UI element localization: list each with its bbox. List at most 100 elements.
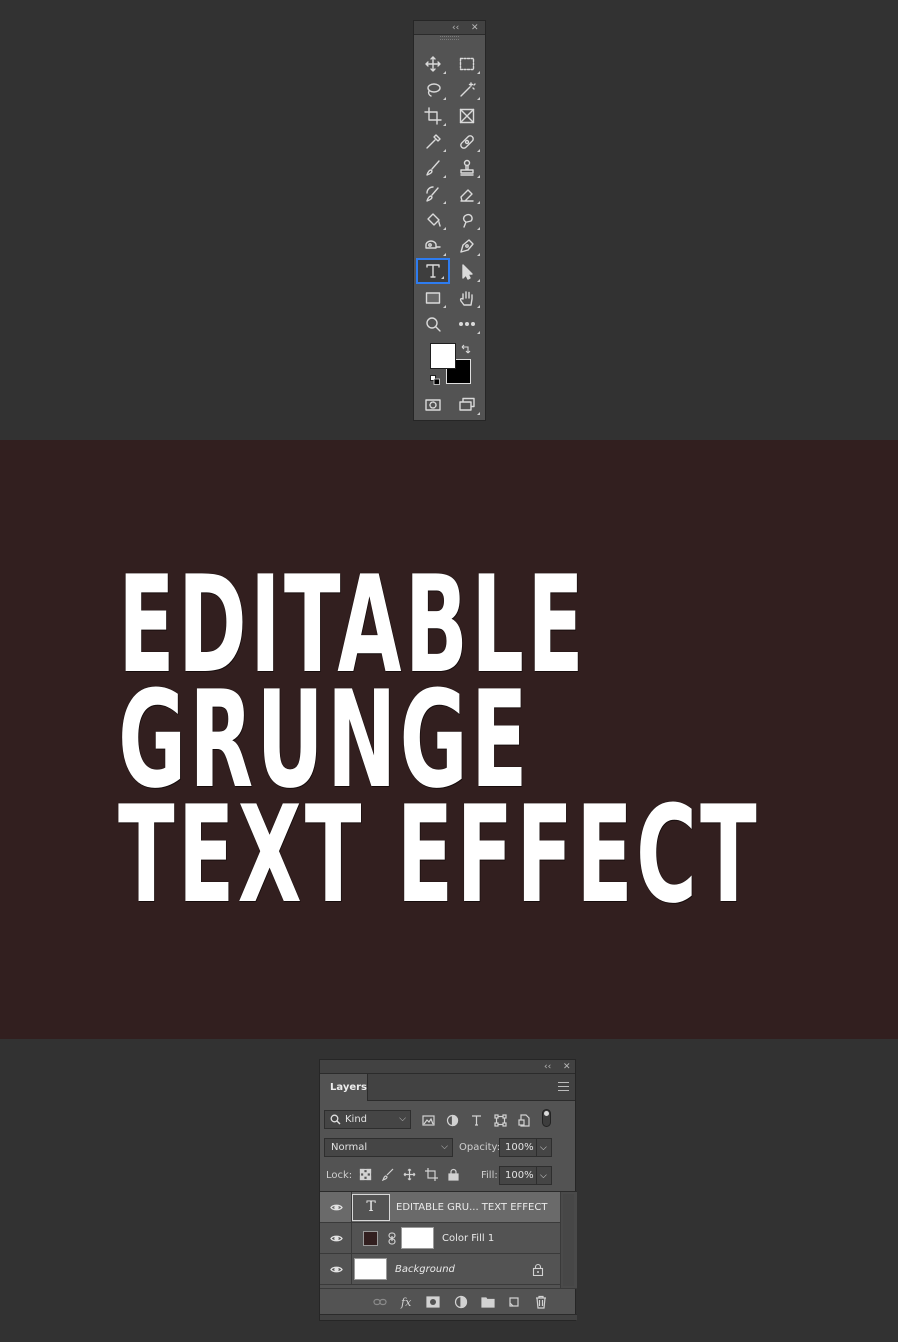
layer-row-text[interactable]: T EDITABLE GRU... TEXT EFFECT: [320, 1192, 560, 1223]
rect-marquee-icon: [459, 57, 475, 71]
adjustment-icon: [446, 1114, 458, 1126]
link-layers-button[interactable]: [372, 1294, 388, 1310]
link-icon: [373, 1298, 387, 1306]
layer-row-background[interactable]: Background: [320, 1254, 560, 1285]
headline-line-3: TEXT EFFECT: [118, 777, 760, 933]
lasso-icon: [427, 83, 441, 97]
bucket-icon: [427, 213, 441, 227]
lock-position-button[interactable]: [402, 1167, 416, 1181]
filter-toggle[interactable]: [542, 1109, 551, 1127]
blend-mode-select[interactable]: Normal ⌵: [324, 1138, 453, 1157]
swap-colors-icon[interactable]: [460, 343, 472, 355]
tab-layers[interactable]: Layers: [320, 1074, 368, 1101]
shape-icon: [493, 1113, 507, 1127]
move-tool[interactable]: [416, 51, 450, 77]
pen-tool[interactable]: [450, 233, 484, 259]
collapse-icon[interactable]: ‹‹: [452, 21, 459, 35]
clone-stamp-tool[interactable]: [450, 155, 484, 181]
filter-type-button[interactable]: [468, 1112, 484, 1128]
eyedropper-tool[interactable]: [416, 129, 450, 155]
close-icon[interactable]: ✕: [563, 1060, 571, 1074]
lock-artboard-button[interactable]: [424, 1167, 438, 1181]
move-icon: [425, 56, 441, 72]
more-icon: [459, 321, 475, 326]
frame-tool[interactable]: [450, 103, 484, 129]
close-icon[interactable]: ✕: [471, 21, 479, 35]
crop-tool[interactable]: [416, 103, 450, 129]
opacity-input[interactable]: 100%: [499, 1138, 537, 1157]
healing-brush-tool[interactable]: [450, 129, 484, 155]
collapse-icon[interactable]: ‹‹: [544, 1060, 551, 1074]
visibility-eye-icon[interactable]: [330, 1201, 343, 1214]
type-tool[interactable]: [416, 258, 450, 284]
path-selection-tool[interactable]: [450, 259, 484, 285]
dodge-tool[interactable]: [416, 233, 450, 259]
foreground-color-swatch[interactable]: [430, 343, 456, 369]
fill-input[interactable]: 100%: [499, 1166, 537, 1185]
screen-mode-button[interactable]: [450, 392, 484, 418]
dodge-icon: [425, 240, 441, 249]
lock-icon: [447, 1168, 459, 1181]
filter-shape-button[interactable]: [492, 1112, 508, 1128]
delete-layer-button[interactable]: [533, 1294, 549, 1310]
checkerboard-icon: [359, 1168, 371, 1180]
eraser-tool[interactable]: [450, 181, 484, 207]
fill-dropdown-button[interactable]: ⌵: [536, 1166, 552, 1185]
more-tools[interactable]: [450, 311, 484, 337]
background-layer-thumbnail: [354, 1258, 387, 1280]
magic-wand-icon: [460, 82, 476, 97]
layer-name: Background: [395, 1264, 455, 1275]
quick-mask-button[interactable]: [416, 392, 450, 418]
rectangle-tool[interactable]: [416, 285, 450, 311]
hand-tool[interactable]: [450, 285, 484, 311]
marquee-tool[interactable]: [450, 51, 484, 77]
fill-label: Fill:: [481, 1170, 498, 1181]
layer-name: Color Fill 1: [442, 1233, 495, 1244]
lock-all-button[interactable]: [446, 1167, 460, 1181]
new-layer-button[interactable]: [506, 1294, 522, 1310]
visibility-eye-icon[interactable]: [330, 1232, 343, 1245]
bandage-icon: [460, 135, 474, 149]
document-canvas[interactable]: EDITABLE GRUNGE TEXT EFFECT: [0, 440, 898, 1039]
chevron-down-icon: ⌵: [540, 1171, 547, 1181]
lock-transparent-pixels-button[interactable]: [358, 1167, 372, 1181]
layer-style-button[interactable]: fx: [399, 1294, 415, 1310]
layer-mask-thumbnail[interactable]: [401, 1227, 434, 1249]
layers-scrollbar[interactable]: [560, 1192, 577, 1288]
eraser-icon: [460, 189, 474, 202]
history-brush-icon: [426, 186, 439, 202]
visibility-eye-icon[interactable]: [330, 1263, 343, 1276]
tools-panel-grip[interactable]: [440, 36, 459, 40]
filter-adjustment-button[interactable]: [444, 1112, 460, 1128]
lock-image-pixels-button[interactable]: [380, 1167, 394, 1181]
zoom-tool[interactable]: [416, 311, 450, 337]
layer-row-color-fill[interactable]: Color Fill 1: [320, 1223, 560, 1254]
brush-tool[interactable]: [416, 155, 450, 181]
panel-menu-icon[interactable]: [558, 1082, 569, 1091]
type-icon: [471, 1114, 481, 1126]
brush-icon: [381, 1168, 393, 1181]
opacity-dropdown-button[interactable]: ⌵: [536, 1138, 552, 1157]
layer-name: EDITABLE GRU... TEXT EFFECT: [396, 1202, 548, 1213]
filter-pixel-button[interactable]: [420, 1112, 436, 1128]
magic-wand-tool[interactable]: [450, 77, 484, 103]
chain-link-icon[interactable]: [388, 1232, 396, 1245]
image-icon: [421, 1114, 435, 1126]
layers-tab-bar: Layers: [320, 1074, 575, 1101]
new-adjustment-layer-button[interactable]: [453, 1294, 469, 1310]
smudge-tool[interactable]: [450, 207, 484, 233]
search-icon: [330, 1114, 341, 1125]
filter-smart-object-button[interactable]: [516, 1112, 532, 1128]
new-group-button[interactable]: [480, 1294, 496, 1310]
filter-kind-select[interactable]: Kind ⌵: [324, 1110, 411, 1129]
arrow-icon: [462, 264, 473, 280]
artboard-icon: [424, 1167, 438, 1181]
lock-label: Lock:: [326, 1170, 353, 1181]
paint-bucket-tool[interactable]: [416, 207, 450, 233]
lasso-tool[interactable]: [416, 77, 450, 103]
add-mask-button[interactable]: [425, 1294, 441, 1310]
layers-panel-resize-grip[interactable]: [320, 1314, 577, 1320]
default-colors-icon[interactable]: [430, 375, 440, 385]
history-brush-tool[interactable]: [416, 181, 450, 207]
fill-color-thumbnail[interactable]: [363, 1231, 378, 1246]
